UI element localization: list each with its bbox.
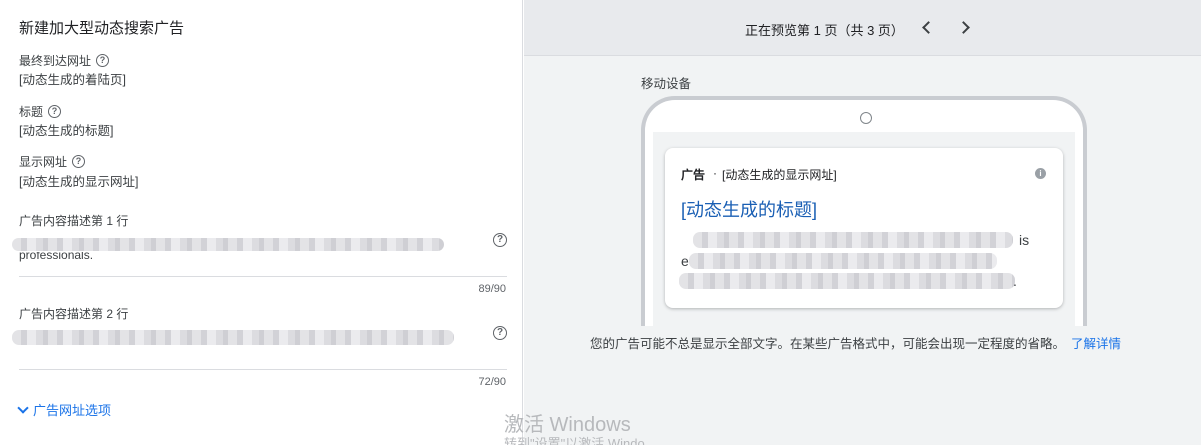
description-2-underline (19, 369, 507, 370)
display-url-value: [动态生成的显示网址] (19, 175, 139, 189)
description-1-visible-text: professionals. (19, 252, 94, 262)
description-2-input-redacted[interactable] (12, 330, 454, 345)
headline-value: [动态生成的标题] (19, 124, 114, 138)
help-icon[interactable]: ? (72, 155, 86, 168)
learn-more-link[interactable]: 了解详情 (1071, 337, 1121, 351)
preview-pager-text: 正在预览第 1 页（共 3 页） (745, 23, 904, 38)
ad-display-url: [动态生成的显示网址] (722, 168, 837, 182)
ad-description-redacted-2 (689, 253, 997, 269)
ad-preview-panel: 正在预览第 1 页（共 3 页） 移动设备 广告 · [动态生成的显示网址] i… (524, 0, 1201, 445)
ad-preview-card: 广告 · [动态生成的显示网址] i [动态生成的标题] is e . (665, 148, 1063, 308)
final-url-label: 最终到达网址 ? (19, 52, 110, 69)
help-icon[interactable]: ? (96, 54, 110, 67)
display-url-label: 显示网址 ? (19, 153, 86, 170)
ad-description-redacted-3 (679, 273, 1015, 289)
description-1-counter: 89/90 (478, 283, 506, 295)
help-icon[interactable]: ? (493, 233, 507, 247)
ad-separator: · (713, 166, 717, 180)
description-1-input-redacted[interactable] (12, 238, 444, 251)
windows-activation-watermark-subtext: 转到"设置"以激活 Windo (504, 436, 645, 445)
ad-url-options-toggle[interactable]: 广告网址选项 (17, 400, 111, 419)
description-2-counter: 72/90 (478, 376, 506, 388)
form-title: 新建加大型动态搜索广告 (19, 20, 185, 37)
ad-description-fragment: e (681, 253, 689, 269)
ad-description-redacted-1 (693, 232, 1013, 248)
ad-form-panel: 新建加大型动态搜索广告 最终到达网址 ? [动态生成的着陆页] 标题 ? [动态… (0, 0, 523, 445)
headline-label: 标题 ? (19, 103, 62, 120)
ad-badge: 广告 (681, 168, 706, 182)
description-2-label: 广告内容描述第 2 行 (19, 307, 129, 321)
preview-header: 正在预览第 1 页（共 3 页） (524, 0, 1201, 56)
ad-headline[interactable]: [动态生成的标题] (681, 196, 817, 222)
ad-description-fragment: . (1013, 273, 1017, 289)
chevron-down-icon (17, 401, 29, 414)
final-url-value: [动态生成的着陆页] (19, 73, 126, 87)
phone-screen: 广告 · [动态生成的显示网址] i [动态生成的标题] is e . (653, 132, 1075, 326)
description-1-underline (19, 276, 507, 277)
help-icon[interactable]: ? (48, 105, 62, 118)
description-1-label: 广告内容描述第 1 行 (19, 214, 129, 228)
phone-frame: 广告 · [动态生成的显示网址] i [动态生成的标题] is e . (641, 96, 1087, 326)
help-icon[interactable]: ? (493, 326, 507, 340)
ad-description-fragment: is (1019, 232, 1030, 248)
phone-camera-icon (860, 112, 872, 124)
info-icon[interactable]: i (1035, 168, 1046, 179)
chevron-right-icon[interactable] (958, 19, 974, 35)
device-label: 移动设备 (641, 77, 692, 91)
chevron-left-icon[interactable] (920, 19, 936, 35)
preview-disclaimer: 您的广告可能不总是显示全部文字。在某些广告格式中，可能会出现一定程度的省略。 了解… (590, 337, 1122, 351)
